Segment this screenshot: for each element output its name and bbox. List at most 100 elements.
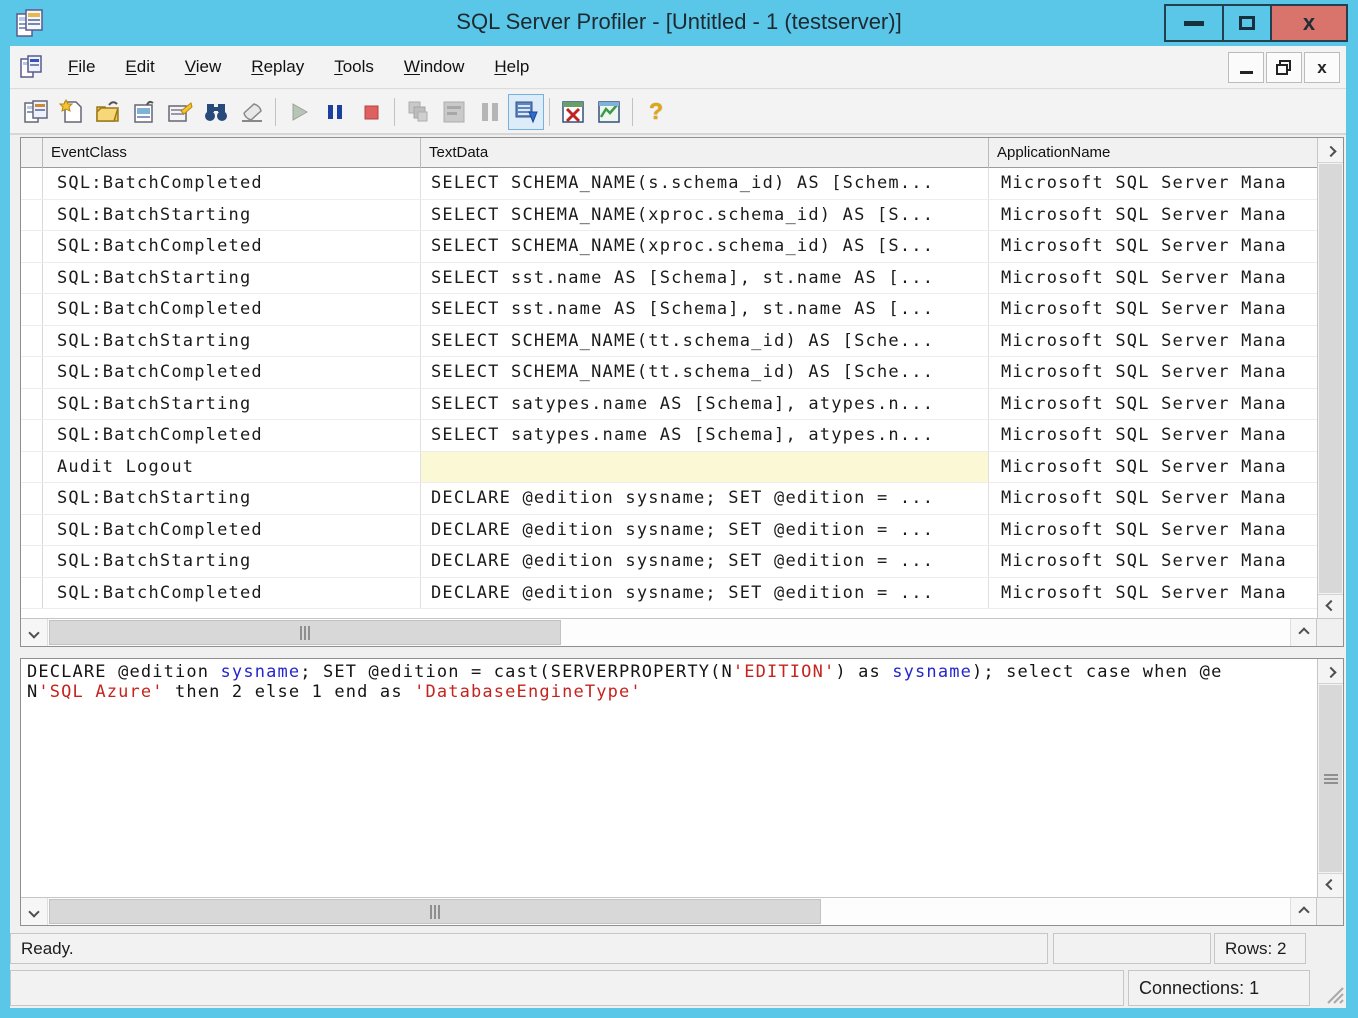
window-close-button[interactable]: x bbox=[1270, 4, 1348, 42]
stop-trace-button[interactable] bbox=[353, 94, 389, 130]
column-header-applicationname[interactable]: ApplicationName bbox=[989, 138, 1317, 168]
run-to-cursor-button[interactable] bbox=[436, 94, 472, 130]
sql-text-pane[interactable]: DECLARE @edition sysname; SET @edition =… bbox=[20, 658, 1344, 926]
sql-line: DECLARE @edition sysname; SET @edition =… bbox=[27, 662, 1316, 682]
mdi-minimize-button[interactable] bbox=[1228, 52, 1264, 83]
status-empty-panel bbox=[1053, 933, 1211, 964]
scroll-right-arrow[interactable] bbox=[1290, 619, 1317, 646]
save-trace-button[interactable] bbox=[126, 94, 162, 130]
table-row[interactable]: SQL:BatchStarting SELECT SCHEMA_NAME(xpr… bbox=[21, 200, 1317, 232]
table-row[interactable]: SQL:BatchCompleted SELECT SCHEMA_NAME(xp… bbox=[21, 231, 1317, 263]
start-replay-button[interactable] bbox=[281, 94, 317, 130]
trace-properties-button[interactable] bbox=[162, 94, 198, 130]
table-row[interactable]: SQL:BatchStarting SELECT sst.name AS [Sc… bbox=[21, 263, 1317, 295]
scroll-left-arrow[interactable] bbox=[21, 619, 48, 646]
menu-replay[interactable]: Replay bbox=[239, 51, 316, 83]
menu-edit-rest: dit bbox=[137, 57, 155, 76]
mdi-restore-icon bbox=[1276, 60, 1292, 75]
grid-horizontal-scrollbar[interactable] bbox=[21, 618, 1317, 646]
cell-applicationname: Microsoft SQL Server Mana bbox=[989, 578, 1317, 609]
row-selector-header[interactable] bbox=[21, 138, 43, 168]
table-row[interactable]: SQL:BatchStarting SELECT SCHEMA_NAME(tt.… bbox=[21, 326, 1317, 358]
extract-events-button[interactable] bbox=[555, 94, 591, 130]
row-selector-cell bbox=[21, 483, 43, 514]
table-row[interactable]: SQL:BatchCompleted DECLARE @edition sysn… bbox=[21, 515, 1317, 547]
menu-file[interactable]: File bbox=[56, 51, 107, 83]
table-row[interactable]: SQL:BatchCompleted SELECT sst.name AS [S… bbox=[21, 294, 1317, 326]
eraser-icon bbox=[239, 99, 265, 125]
table-row[interactable]: SQL:BatchCompleted SELECT SCHEMA_NAME(s.… bbox=[21, 168, 1317, 200]
mdi-close-icon: x bbox=[1317, 59, 1326, 76]
sqlpane-hscroll-thumb[interactable] bbox=[49, 899, 821, 924]
scroll-down-arrow[interactable] bbox=[1318, 594, 1343, 619]
sqlpane-vscroll-thumb[interactable] bbox=[1319, 685, 1342, 872]
table-row[interactable]: SQL:BatchCompleted SELECT SCHEMA_NAME(tt… bbox=[21, 357, 1317, 389]
open-trace-file-button[interactable] bbox=[90, 94, 126, 130]
find-button[interactable] bbox=[198, 94, 234, 130]
window-minimize-button[interactable] bbox=[1164, 4, 1222, 42]
column-header-eventclass[interactable]: EventClass bbox=[43, 138, 421, 168]
menu-view[interactable]: View bbox=[173, 51, 234, 83]
row-selector-cell bbox=[21, 326, 43, 357]
window-maximize-button[interactable] bbox=[1222, 4, 1270, 42]
new-trace-properties-button[interactable] bbox=[18, 94, 54, 130]
table-row[interactable]: SQL:BatchStarting DECLARE @edition sysna… bbox=[21, 483, 1317, 515]
table-row[interactable]: SQL:BatchStarting SELECT satypes.name AS… bbox=[21, 389, 1317, 421]
clear-trace-window-button[interactable] bbox=[234, 94, 270, 130]
performance-counters-button[interactable] bbox=[591, 94, 627, 130]
pause-trace-button[interactable] bbox=[317, 94, 353, 130]
cell-textdata: SELECT SCHEMA_NAME(xproc.schema_id) AS [… bbox=[421, 231, 989, 262]
table-row[interactable]: SQL:BatchStarting DECLARE @edition sysna… bbox=[21, 546, 1317, 578]
menu-replay-rest: eplay bbox=[264, 57, 305, 76]
toolbar-separator bbox=[275, 98, 276, 126]
scrollbar-grip-icon bbox=[1324, 774, 1338, 784]
grid-vertical-scrollbar[interactable] bbox=[1317, 138, 1343, 619]
chevron-right-icon bbox=[1298, 906, 1309, 917]
cell-textdata: SELECT SCHEMA_NAME(s.schema_id) AS [Sche… bbox=[421, 168, 989, 199]
row-selector-cell bbox=[21, 263, 43, 294]
auto-scroll-window-button[interactable] bbox=[508, 94, 544, 130]
menu-edit[interactable]: Edit bbox=[113, 51, 166, 83]
sqlpane-horizontal-scrollbar[interactable] bbox=[21, 897, 1317, 925]
sqlpane-vertical-scrollbar[interactable] bbox=[1317, 659, 1343, 898]
menu-window[interactable]: Window bbox=[392, 51, 476, 83]
grid-vscroll-thumb[interactable] bbox=[1319, 164, 1342, 593]
table-row[interactable]: Audit Logout Microsoft SQL Server Mana bbox=[21, 452, 1317, 484]
minimize-icon bbox=[1184, 21, 1204, 26]
row-selector-cell bbox=[21, 546, 43, 577]
scroll-down-arrow[interactable] bbox=[1318, 873, 1343, 898]
cell-textdata: SELECT SCHEMA_NAME(xproc.schema_id) AS [… bbox=[421, 200, 989, 231]
binoculars-icon bbox=[203, 99, 229, 125]
new-trace-button[interactable] bbox=[54, 94, 90, 130]
grid-hscroll-thumb[interactable] bbox=[49, 620, 561, 645]
trace-document-icon[interactable] bbox=[20, 55, 42, 79]
column-header-textdata[interactable]: TextData bbox=[421, 138, 989, 168]
resize-grip[interactable] bbox=[1322, 982, 1344, 1004]
mdi-close-button[interactable]: x bbox=[1304, 52, 1340, 83]
menu-help[interactable]: Help bbox=[482, 51, 541, 83]
scroll-right-arrow[interactable] bbox=[1290, 898, 1317, 925]
sql-text[interactable]: DECLARE @edition sysname; SET @edition =… bbox=[21, 659, 1316, 897]
menu-tools[interactable]: Tools bbox=[322, 51, 386, 83]
stop-icon bbox=[361, 102, 381, 122]
help-button[interactable]: ? bbox=[638, 94, 674, 130]
row-selector-cell bbox=[21, 452, 43, 483]
cell-eventclass: SQL:BatchStarting bbox=[43, 389, 421, 420]
scroll-up-arrow[interactable] bbox=[1318, 659, 1343, 684]
play-icon bbox=[288, 101, 310, 123]
cell-eventclass: SQL:BatchCompleted bbox=[43, 168, 421, 199]
scroll-left-arrow[interactable] bbox=[21, 898, 48, 925]
scrollbar-grip-icon bbox=[430, 905, 440, 919]
table-row[interactable]: SQL:BatchCompleted DECLARE @edition sysn… bbox=[21, 578, 1317, 610]
run-to-cursor-icon bbox=[441, 99, 467, 125]
sql-token: ); select case when @e bbox=[972, 662, 1222, 682]
scroll-up-arrow[interactable] bbox=[1318, 138, 1343, 163]
cell-textdata: DECLARE @edition sysname; SET @edition =… bbox=[421, 546, 989, 577]
execute-one-step-button[interactable] bbox=[400, 94, 436, 130]
table-row[interactable]: SQL:BatchCompleted SELECT satypes.name A… bbox=[21, 420, 1317, 452]
toggle-breakpoint-button[interactable] bbox=[472, 94, 508, 130]
mdi-restore-button[interactable] bbox=[1266, 52, 1302, 83]
cell-applicationname: Microsoft SQL Server Mana bbox=[989, 294, 1317, 325]
execute-step-icon bbox=[405, 99, 431, 125]
menu-replay-key: R bbox=[251, 57, 263, 76]
